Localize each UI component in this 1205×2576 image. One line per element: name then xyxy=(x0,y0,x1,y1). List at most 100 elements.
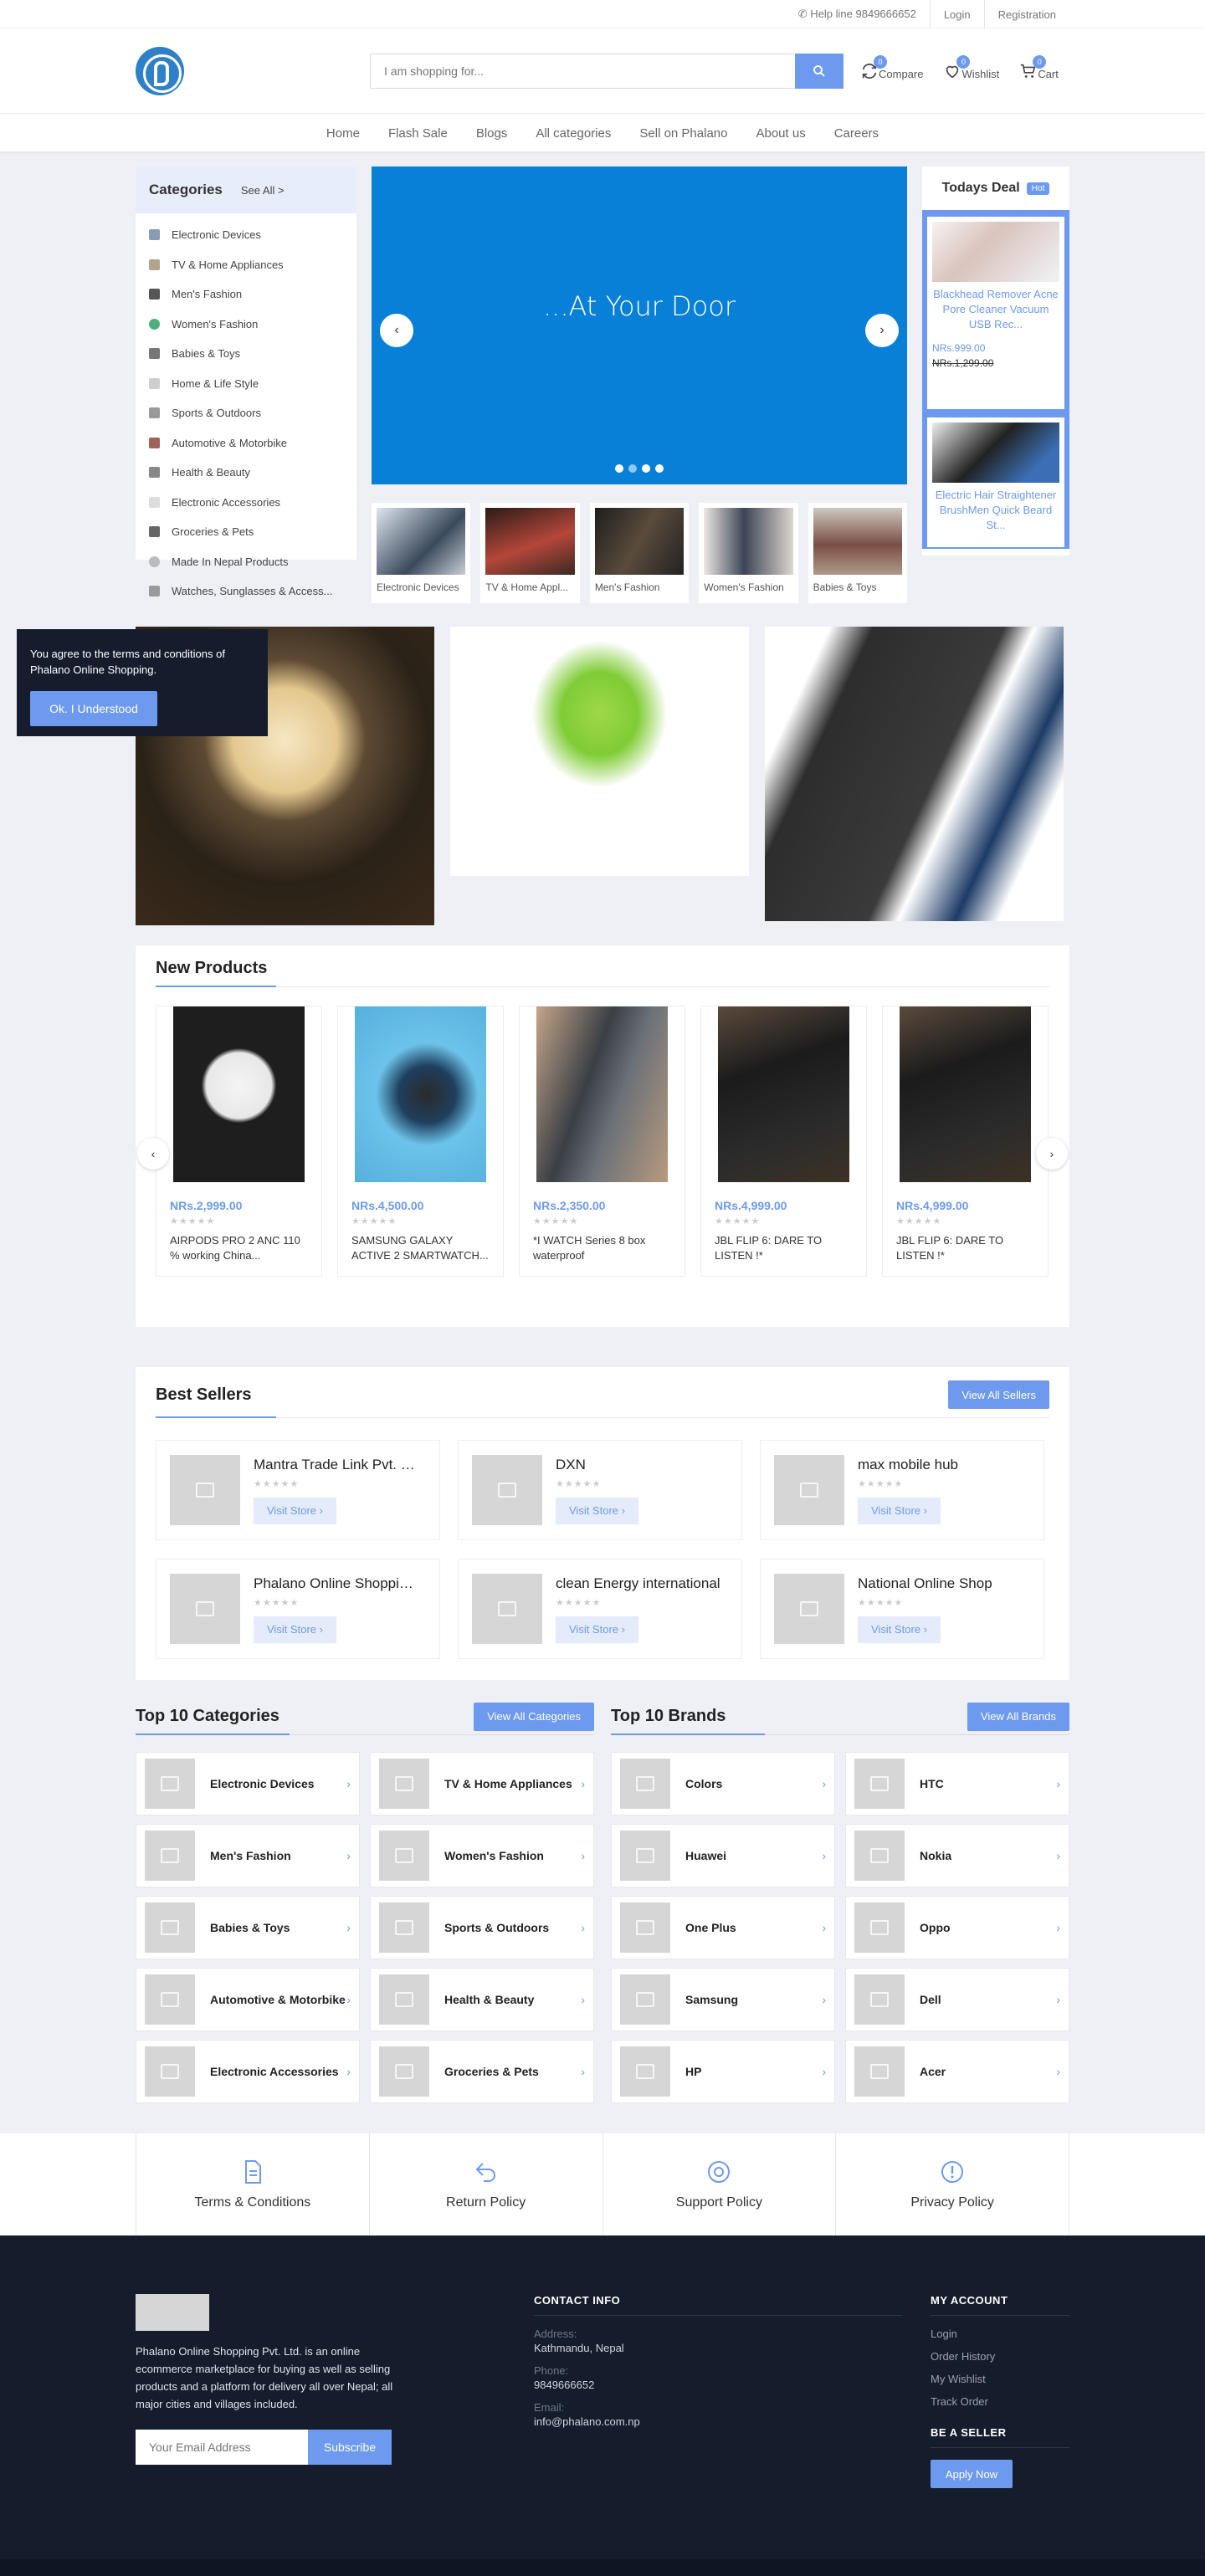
category-item[interactable]: TV & Home Appliances xyxy=(136,250,356,280)
brand-tile[interactable]: Huawei › xyxy=(611,1824,835,1887)
nav-flash-sale[interactable]: Flash Sale xyxy=(388,126,448,141)
products-prev-button[interactable]: ‹ xyxy=(137,1138,169,1170)
promo-banners xyxy=(136,627,1069,925)
image-icon xyxy=(498,1483,516,1498)
thumb-womens-fashion[interactable]: Women's Fashion xyxy=(699,503,798,603)
thumb-electronic-devices[interactable]: Electronic Devices xyxy=(372,503,471,603)
compare-button[interactable]: 0 Compare xyxy=(860,55,923,80)
brand-tile[interactable]: Oppo › xyxy=(845,1896,1069,1959)
view-all-brands-button[interactable]: View All Brands xyxy=(967,1702,1069,1731)
deal-card[interactable]: Blackhead Remover Acne Pore Cleaner Vacu… xyxy=(927,217,1064,409)
hair-straightener-banner[interactable] xyxy=(765,627,1064,921)
thumb-image xyxy=(377,508,466,575)
slider-dot[interactable] xyxy=(642,464,650,473)
visit-store-button[interactable]: Visit Store › xyxy=(858,1497,941,1524)
product-card[interactable]: NRs.2,350.00 ★★★★★ *I WATCH Series 8 box… xyxy=(519,1006,685,1277)
product-card[interactable]: NRs.2,999.00 ★★★★★ AIRPODS PRO 2 ANC 110… xyxy=(156,1006,322,1277)
nav-home[interactable]: Home xyxy=(326,126,360,141)
category-item[interactable]: Electronic Devices xyxy=(136,220,356,250)
brand-tile[interactable]: Nokia › xyxy=(845,1824,1069,1887)
nav-sell-on-phalano[interactable]: Sell on Phalano xyxy=(639,126,727,141)
category-item[interactable]: Home & Life Style xyxy=(136,369,356,399)
slider-dot[interactable] xyxy=(615,464,623,473)
footer-order-history-link[interactable]: Order History xyxy=(931,2350,1069,2363)
brand-tile[interactable]: Samsung › xyxy=(611,1968,835,2031)
cookie-accept-button[interactable]: Ok. I Understood xyxy=(30,691,157,726)
category-item[interactable]: Men's Fashion xyxy=(136,279,356,310)
hero-slider[interactable]: ...At Your Door ‹ › xyxy=(372,166,907,484)
deal-card[interactable]: Electric Hair Straightener BrushMen Quic… xyxy=(927,417,1064,547)
slider-prev-button[interactable]: ‹ xyxy=(380,314,413,347)
nav-careers[interactable]: Careers xyxy=(834,126,879,141)
view-all-categories-button[interactable]: View All Categories xyxy=(474,1702,594,1731)
category-item[interactable]: Made In Nepal Products xyxy=(136,547,356,577)
category-tile[interactable]: Babies & Toys › xyxy=(136,1896,360,1959)
blender-banner[interactable] xyxy=(450,627,749,876)
category-tile[interactable]: Electronic Devices › xyxy=(136,1752,360,1815)
product-card[interactable]: NRs.4,999.00 ★★★★★ JBL FLIP 6: DARE TO L… xyxy=(700,1006,867,1277)
brand-tile[interactable]: HTC › xyxy=(845,1752,1069,1815)
category-tile[interactable]: Sports & Outdoors › xyxy=(370,1896,594,1959)
search-input[interactable] xyxy=(370,54,795,89)
category-item[interactable]: Automotive & Motorbike xyxy=(136,428,356,458)
return-policy-link[interactable]: Return Policy xyxy=(368,2133,602,2235)
nav-blogs[interactable]: Blogs xyxy=(476,126,508,141)
category-tile[interactable]: TV & Home Appliances › xyxy=(370,1752,594,1815)
support-policy-link[interactable]: Support Policy xyxy=(602,2133,836,2235)
new-products-section: New Products ‹ › NRs.2,999.00 ★★★★★ AIRP… xyxy=(136,945,1069,1327)
footer-email[interactable]: info@phalano.com.np xyxy=(534,2415,931,2428)
brand-tile[interactable]: Dell › xyxy=(845,1968,1069,2031)
slider-dot[interactable] xyxy=(655,464,664,473)
footer-wishlist-link[interactable]: My Wishlist xyxy=(931,2373,1069,2385)
view-all-sellers-button[interactable]: View All Sellers xyxy=(948,1380,1049,1409)
brand-tile[interactable]: HP › xyxy=(611,2040,835,2103)
footer-logo[interactable] xyxy=(136,2294,209,2331)
product-card[interactable]: NRs.4,500.00 ★★★★★ SAMSUNG GALAXY ACTIVE… xyxy=(337,1006,504,1277)
nav-about-us[interactable]: About us xyxy=(756,126,805,141)
visit-store-button[interactable]: Visit Store › xyxy=(556,1616,638,1643)
footer-track-order-link[interactable]: Track Order xyxy=(931,2395,1069,2408)
slider-next-button[interactable]: › xyxy=(865,314,899,347)
visit-store-button[interactable]: Visit Store › xyxy=(556,1497,638,1524)
category-tile[interactable]: Men's Fashion › xyxy=(136,1824,360,1887)
footer-login-link[interactable]: Login xyxy=(931,2328,1069,2340)
category-tile[interactable]: Women's Fashion › xyxy=(370,1824,594,1887)
see-all-categories-link[interactable]: See All > xyxy=(241,184,285,197)
products-next-button[interactable]: › xyxy=(1036,1138,1068,1170)
slider-dot[interactable] xyxy=(628,464,637,473)
chevron-right-icon: › xyxy=(1056,1993,1060,2006)
category-item[interactable]: Health & Beauty xyxy=(136,458,356,488)
category-tile[interactable]: Automotive & Motorbike › xyxy=(136,1968,360,2031)
category-item[interactable]: Babies & Toys xyxy=(136,339,356,369)
privacy-policy-link[interactable]: Privacy Policy xyxy=(835,2133,1069,2235)
category-item[interactable]: Women's Fashion xyxy=(136,310,356,340)
brand-tile[interactable]: One Plus › xyxy=(611,1896,835,1959)
subscribe-button[interactable]: Subscribe xyxy=(308,2430,392,2465)
newsletter-email-input[interactable] xyxy=(136,2430,308,2465)
visit-store-button[interactable]: Visit Store › xyxy=(858,1616,941,1643)
login-link[interactable]: Login xyxy=(929,0,984,28)
category-tile[interactable]: Groceries & Pets › xyxy=(370,2040,594,2103)
category-item[interactable]: Watches, Sunglasses & Access... xyxy=(136,576,356,607)
visit-store-button[interactable]: Visit Store › xyxy=(254,1497,336,1524)
terms-link[interactable]: Terms & Conditions xyxy=(136,2133,369,2235)
visit-store-button[interactable]: Visit Store › xyxy=(254,1616,336,1643)
category-item[interactable]: Electronic Accessories xyxy=(136,488,356,518)
apply-now-button[interactable]: Apply Now xyxy=(931,2460,1013,2488)
phalano-logo[interactable] xyxy=(136,47,184,95)
brand-tile[interactable]: Colors › xyxy=(611,1752,835,1815)
category-tile[interactable]: Health & Beauty › xyxy=(370,1968,594,2031)
category-item[interactable]: Sports & Outdoors xyxy=(136,398,356,428)
wishlist-button[interactable]: 0 Wishlist xyxy=(943,55,999,80)
search-button[interactable] xyxy=(795,54,844,89)
product-card[interactable]: NRs.4,999.00 ★★★★★ JBL FLIP 6: DARE TO L… xyxy=(882,1006,1049,1277)
thumb-tv-home[interactable]: TV & Home Appl... xyxy=(480,503,580,603)
brand-tile[interactable]: Acer › xyxy=(845,2040,1069,2103)
thumb-babies-toys[interactable]: Babies & Toys xyxy=(808,503,908,603)
category-tile[interactable]: Electronic Accessories › xyxy=(136,2040,360,2103)
registration-link[interactable]: Registration xyxy=(983,0,1069,28)
category-item[interactable]: Groceries & Pets xyxy=(136,517,356,547)
cart-button[interactable]: 0 Cart xyxy=(1019,55,1059,80)
thumb-mens-fashion[interactable]: Men's Fashion xyxy=(589,503,690,603)
nav-all-categories[interactable]: All categories xyxy=(536,126,611,141)
